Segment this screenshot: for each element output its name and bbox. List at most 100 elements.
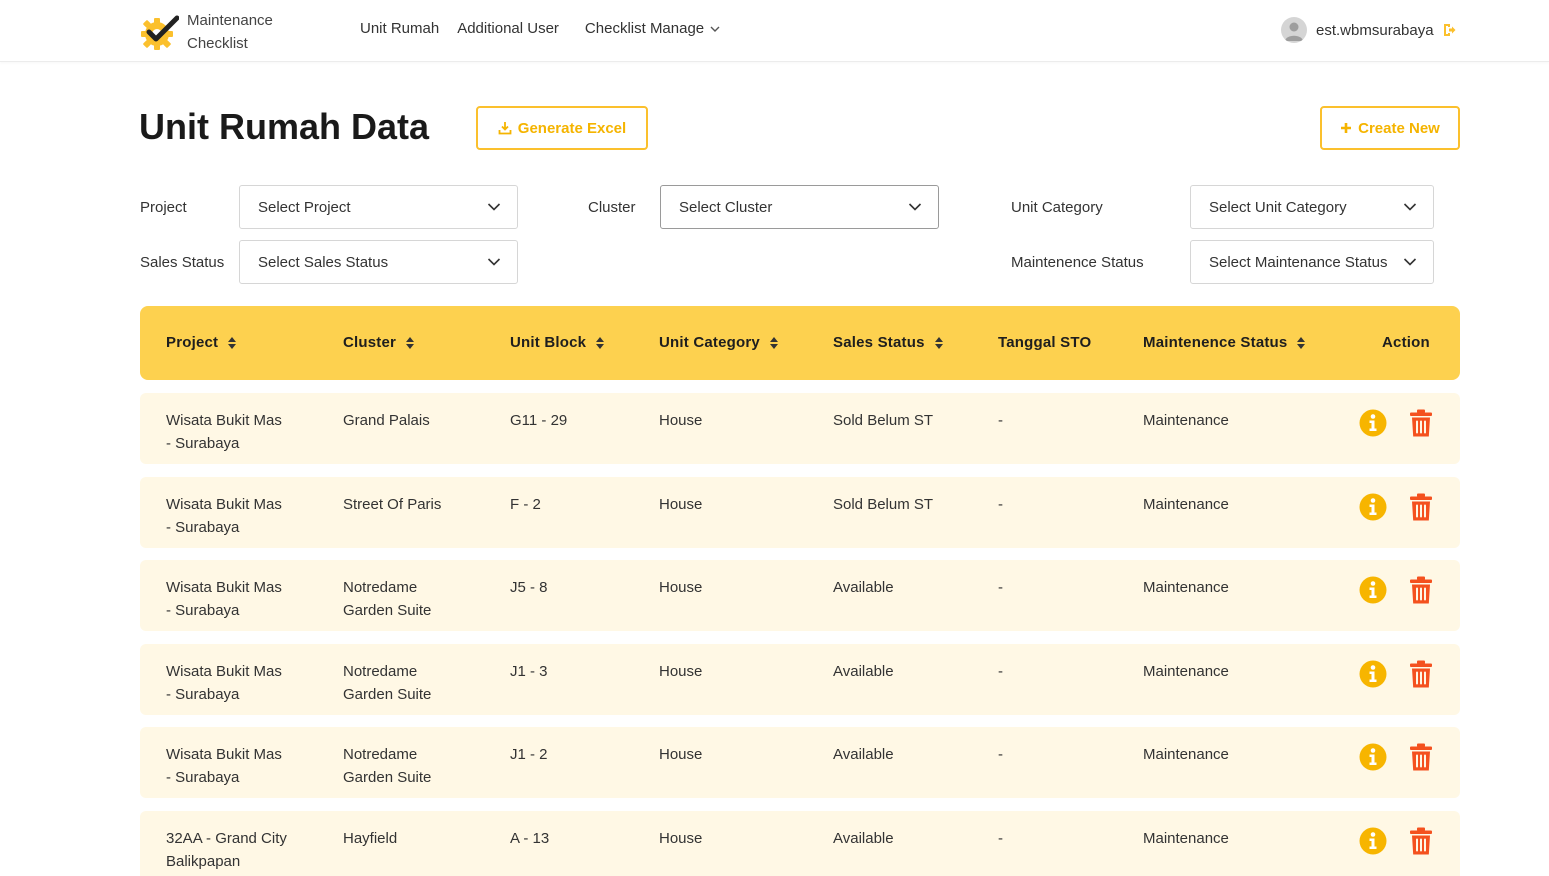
cell-cluster: Hayfield — [343, 827, 397, 850]
info-icon[interactable] — [1359, 743, 1387, 771]
generate-excel-label: Generate Excel — [517, 119, 627, 137]
project-filter-label: Project — [140, 199, 187, 216]
cell-project: Wisata Bukit Mas - Surabaya — [166, 660, 282, 706]
cell-cluster-line-1: Notredame — [343, 579, 418, 596]
cluster-select-value: Select Cluster — [679, 198, 773, 216]
chevron-down-icon — [487, 203, 501, 211]
maintenance-status-filter-label: Maintenence Status — [1011, 254, 1144, 271]
cell-project-line-2: - Surabaya — [166, 602, 240, 619]
cell-tanggal-sto: - — [998, 496, 1003, 513]
cell-cluster: Street Of Paris — [343, 493, 441, 516]
brand-name: Maintenance Checklist — [187, 9, 273, 55]
chevron-down-icon — [710, 26, 720, 32]
page-title: Unit Rumah Data — [139, 106, 430, 147]
table-row: 32AA - Grand City Balikpapan Hayfield A … — [140, 811, 1460, 876]
cell-cluster-line-1: Street Of Paris — [343, 496, 442, 513]
chevron-down-icon — [908, 203, 922, 211]
unit-category-select[interactable]: Select Unit Category — [1190, 185, 1434, 229]
create-new-button[interactable]: Create New — [1320, 106, 1460, 150]
brand[interactable]: Maintenance Checklist — [139, 9, 273, 55]
cell-unit-block: G11 - 29 — [510, 412, 568, 429]
info-icon[interactable] — [1359, 493, 1387, 521]
cell-project-line-2: - Surabaya — [166, 769, 240, 786]
trash-icon[interactable] — [1410, 493, 1432, 521]
cell-tanggal-sto: - — [998, 746, 1003, 763]
nav-checklist-manage-label: Checklist Manage — [584, 20, 705, 37]
info-icon[interactable] — [1359, 409, 1387, 437]
avatar — [1281, 17, 1307, 43]
cell-cluster-line-1: Notredame — [343, 663, 418, 680]
cell-cluster: Grand Palais — [343, 409, 430, 432]
cell-sales-status: Available — [833, 579, 894, 596]
user-menu[interactable]: est.wbmsurabaya — [1281, 17, 1456, 43]
cell-maintenance-status: Maintenance — [1143, 746, 1229, 763]
cell-tanggal-sto: - — [998, 579, 1003, 596]
top-navbar: Maintenance Checklist Unit Rumah Additio… — [0, 0, 1549, 62]
cell-project: Wisata Bukit Mas - Surabaya — [166, 576, 282, 622]
column-header-unit-block[interactable]: Unit Block — [510, 334, 605, 351]
cell-cluster-line-1: Hayfield — [343, 830, 398, 847]
cluster-select[interactable]: Select Cluster — [660, 185, 939, 229]
column-header-unit-category[interactable]: Unit Category — [659, 334, 778, 351]
cell-cluster: Notredame Garden Suite — [343, 576, 431, 622]
cell-unit-category: House — [659, 412, 703, 429]
trash-icon[interactable] — [1410, 743, 1432, 771]
cell-cluster: Notredame Garden Suite — [343, 660, 431, 706]
column-header-action: Action — [1382, 334, 1430, 351]
sort-icon — [228, 336, 237, 349]
nav-unit-rumah[interactable]: Unit Rumah — [360, 20, 439, 37]
cell-unit-block: J1 - 2 — [510, 746, 548, 763]
info-icon[interactable] — [1359, 576, 1387, 604]
column-header-label: Unit Block — [510, 334, 587, 351]
sort-icon — [596, 336, 605, 349]
cell-maintenance-status: Maintenance — [1143, 663, 1229, 680]
nav-additional-user[interactable]: Additional User — [457, 20, 559, 37]
column-header-label: Unit Category — [659, 334, 760, 351]
trash-icon[interactable] — [1410, 409, 1432, 437]
cell-project-line-1: 32AA - Grand City — [166, 830, 287, 847]
cell-maintenance-status: Maintenance — [1143, 496, 1229, 513]
maintenance-status-select[interactable]: Select Maintenance Status — [1190, 240, 1434, 284]
logout-icon[interactable] — [1442, 23, 1456, 37]
sales-status-select[interactable]: Select Sales Status — [239, 240, 518, 284]
cell-tanggal-sto: - — [998, 663, 1003, 680]
cluster-filter-label: Cluster — [588, 199, 636, 216]
trash-icon[interactable] — [1410, 576, 1432, 604]
cell-unit-block: J1 - 3 — [510, 663, 548, 680]
generate-excel-button[interactable]: Generate Excel — [476, 106, 648, 150]
cell-sales-status: Sold Belum ST — [833, 496, 934, 513]
trash-icon[interactable] — [1410, 660, 1432, 688]
column-header-cluster[interactable]: Cluster — [343, 334, 415, 351]
cell-cluster-line-2: Garden Suite — [343, 602, 432, 619]
nav-checklist-manage[interactable]: Checklist Manage — [585, 20, 720, 37]
cell-cluster: Notredame Garden Suite — [343, 743, 431, 789]
table-row: Wisata Bukit Mas - Surabaya Notredame Ga… — [140, 727, 1460, 798]
info-icon[interactable] — [1359, 660, 1387, 688]
column-header-sales-status[interactable]: Sales Status — [833, 334, 943, 351]
cell-project-line-2: - Surabaya — [166, 435, 240, 452]
sort-icon — [1297, 336, 1306, 349]
cell-unit-block: A - 13 — [510, 830, 550, 847]
column-header-project[interactable]: Project — [166, 334, 237, 351]
column-header-label: Maintenence Status — [1143, 334, 1288, 351]
column-header-label: Sales Status — [833, 334, 925, 351]
info-icon[interactable] — [1359, 827, 1387, 855]
brand-line-1: Maintenance — [187, 12, 273, 29]
gear-check-logo-icon — [141, 15, 179, 50]
cell-maintenance-status: Maintenance — [1143, 830, 1229, 847]
cell-project-line-1: Wisata Bukit Mas — [166, 746, 282, 763]
create-new-label: Create New — [1358, 119, 1440, 137]
trash-icon[interactable] — [1410, 827, 1432, 855]
column-header-maintenance-status[interactable]: Maintenence Status — [1143, 334, 1306, 351]
cell-project-line-2: - Surabaya — [166, 686, 240, 703]
column-header-tanggal-sto: Tanggal STO — [998, 334, 1091, 351]
nav-links: Unit Rumah Additional User Checklist Man… — [360, 20, 720, 37]
cell-tanggal-sto: - — [998, 412, 1003, 429]
chevron-down-icon — [487, 258, 501, 266]
project-select[interactable]: Select Project — [239, 185, 518, 229]
cell-cluster-line-1: Notredame — [343, 746, 418, 763]
column-header-label: Project — [166, 334, 219, 351]
cell-unit-category: House — [659, 579, 703, 596]
cell-sales-status: Available — [833, 746, 894, 763]
column-header-label: Cluster — [343, 334, 397, 351]
